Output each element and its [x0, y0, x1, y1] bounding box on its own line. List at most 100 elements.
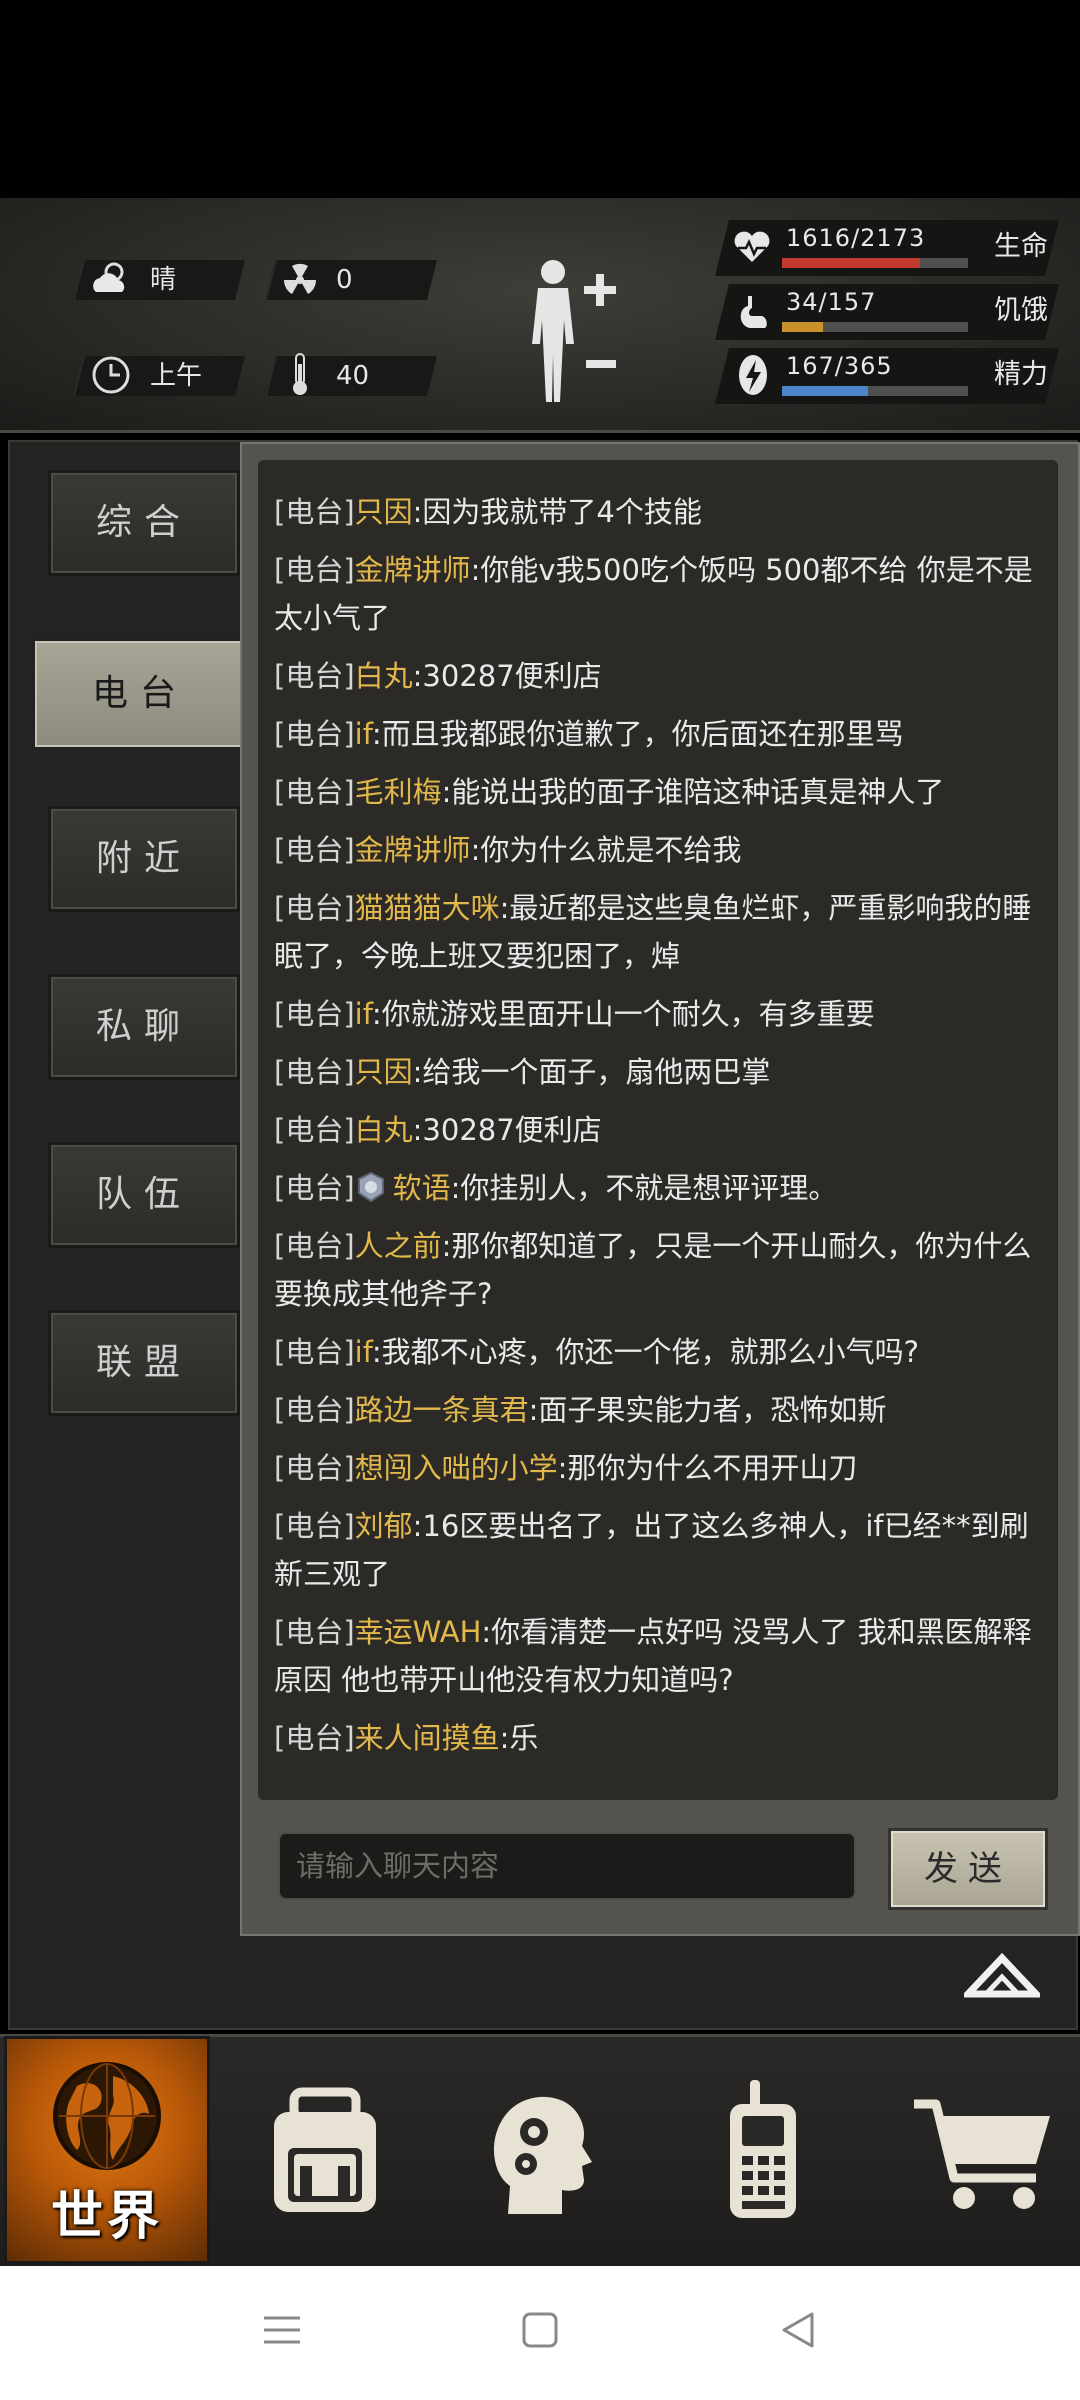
- chat-username[interactable]: if: [355, 717, 372, 751]
- chat-username[interactable]: 幸运WAH: [355, 1615, 482, 1649]
- tab-alliance[interactable]: 联盟: [48, 1310, 240, 1416]
- chat-channel-tag: [电台]: [274, 1229, 355, 1263]
- tab-team[interactable]: 队伍: [48, 1142, 240, 1248]
- chat-message-list: [电台]只因:因为我就带了4个技能 [电台]金牌讲师:你能v我500吃个饭吗 50…: [258, 460, 1058, 1762]
- chat-username[interactable]: 路边一条真君: [355, 1393, 529, 1427]
- user-badge-icon: [357, 1171, 384, 1203]
- hunger-bar-fill: [782, 322, 823, 332]
- energy-bar: [782, 386, 968, 396]
- chat-text: :你为什么就是不给我: [470, 833, 742, 867]
- chat-channel-tag: [电台]: [274, 1509, 355, 1543]
- chat-message: [电台]刘郁:16区要出名了，出了这么多神人，if已经**到刷新三观了: [274, 1502, 1046, 1598]
- tab-private-chat[interactable]: 私聊: [48, 974, 240, 1080]
- chat-message: [电台]白丸:30287便利店: [274, 652, 1046, 700]
- chat-channel-tag: [电台]: [274, 495, 355, 529]
- energy-bolt-icon: [739, 355, 767, 395]
- chat-text: :能说出我的面子谁陪这种话真是神人了: [441, 775, 945, 809]
- collapse-up-icon[interactable]: [964, 1950, 1040, 2000]
- chat-username[interactable]: 白丸: [355, 1113, 413, 1147]
- chat-text: :你挂别人，不就是想评评理。: [450, 1171, 838, 1205]
- globe-icon: [53, 2062, 161, 2170]
- chat-username[interactable]: 毛利梅: [355, 775, 442, 809]
- tab-nearby[interactable]: 附近: [48, 806, 240, 912]
- chat-message: [电台]幸运WAH:你看清楚一点好吗 没骂人了 我和黑医解释原因 他也带开山他没…: [274, 1608, 1046, 1704]
- chat-username[interactable]: 只因: [355, 1055, 413, 1089]
- chat-message: [电台]来人间摸鱼:乐: [274, 1714, 1046, 1762]
- home-icon[interactable]: [520, 2310, 560, 2350]
- send-button[interactable]: 发送: [888, 1828, 1048, 1910]
- chat-username[interactable]: 白丸: [355, 659, 413, 693]
- chat-channel-tag: [电台]: [274, 833, 355, 867]
- chat-channel-tag: [电台]: [274, 997, 355, 1031]
- chat-text: :你就游戏里面开山一个耐久，有多重要: [371, 997, 875, 1031]
- chat-message: [电台]if:你就游戏里面开山一个耐久，有多重要: [274, 990, 1046, 1038]
- chat-username[interactable]: 人之前: [355, 1229, 442, 1263]
- health-text: 1616/2173: [786, 224, 926, 252]
- health-bar-fill: [782, 258, 920, 268]
- chat-username[interactable]: 只因: [355, 495, 413, 529]
- temperature-value: 40: [336, 361, 370, 391]
- chat-message: [电台]if:而且我都跟你道歉了，你后面还在那里骂: [274, 710, 1046, 758]
- weather-label: 晴: [150, 265, 177, 295]
- nav-world-label: 世界: [50, 2187, 163, 2247]
- chat-username[interactable]: if: [355, 997, 372, 1031]
- character-body-icon[interactable]: [520, 254, 630, 404]
- chat-text: :而且我都跟你道歉了，你后面还在那里骂: [371, 717, 904, 751]
- chat-username[interactable]: 来人间摸鱼: [355, 1721, 500, 1755]
- chat-text: :我都不心疼，你还一个佬，就那么小气吗?: [371, 1335, 920, 1369]
- chat-channel-tag: [电台]: [274, 775, 355, 809]
- chat-username[interactable]: if: [355, 1335, 372, 1369]
- chat-username[interactable]: 刘郁: [355, 1509, 413, 1543]
- chat-channel-tag: [电台]: [274, 1393, 355, 1427]
- chat-channel-tag: [电台]: [274, 1615, 355, 1649]
- chat-message: [电台]毛利梅:能说出我的面子谁陪这种话真是神人了: [274, 768, 1046, 816]
- chat-channel-tag: [电台]: [274, 1721, 355, 1755]
- chat-channel-tag: [电台]: [274, 1451, 355, 1485]
- chat-channel-tag: [电台]: [274, 553, 355, 587]
- hunger-label: 饥饿: [994, 295, 1048, 326]
- shopping-cart-icon[interactable]: [908, 2074, 1058, 2224]
- heart-icon: [734, 231, 770, 262]
- backpack-icon[interactable]: [250, 2074, 400, 2224]
- thermometer-icon: [293, 353, 307, 395]
- cloud-sun-icon: [93, 262, 125, 292]
- energy-text: 167/365: [786, 352, 893, 380]
- chat-input[interactable]: [278, 1832, 856, 1900]
- chat-message: [电台]猫猫猫大咪:最近都是这些臭鱼烂虾，严重影响我的睡眠了，今晚上班又要犯困了…: [274, 884, 1046, 980]
- chat-channel-tag: [电台]: [274, 717, 355, 751]
- chat-message: [电台]金牌讲师:你能v我500吃个饭吗 500都不给 你是不是太小气了: [274, 546, 1046, 642]
- clock-icon: [92, 356, 130, 394]
- chat-username[interactable]: 软语: [393, 1171, 451, 1205]
- chat-text: :那你为什么不用开山刀: [557, 1451, 858, 1485]
- health-bar: [782, 258, 968, 268]
- chat-message: [电台]金牌讲师:你为什么就是不给我: [274, 826, 1046, 874]
- menu-icon[interactable]: [262, 2310, 302, 2350]
- radio-icon[interactable]: [688, 2074, 838, 2224]
- chat-message: [电台]路边一条真君:面子果实能力者，恐怖如斯: [274, 1386, 1046, 1434]
- back-icon[interactable]: [778, 2310, 818, 2350]
- chat-username[interactable]: 金牌讲师: [355, 553, 471, 587]
- chat-channel-tag: [电台]: [274, 1113, 355, 1147]
- chat-channel-tag: [电台]: [274, 1171, 355, 1205]
- chat-message: [电台]只因:给我一个面子，扇他两巴掌: [274, 1048, 1046, 1096]
- energy-label: 精力: [994, 359, 1048, 390]
- chat-username[interactable]: 猫猫猫大咪: [355, 891, 500, 925]
- nav-world-tab[interactable]: 世界: [4, 2036, 210, 2264]
- chat-text: :乐: [499, 1721, 539, 1755]
- chat-text: :面子果实能力者，恐怖如斯: [528, 1393, 887, 1427]
- chat-username[interactable]: 想闯入咄的小学: [355, 1451, 558, 1485]
- skills-head-icon[interactable]: [468, 2074, 618, 2224]
- chat-text: :30287便利店: [412, 1113, 602, 1147]
- chat-channel-tag: [电台]: [274, 1055, 355, 1089]
- chat-text: :30287便利店: [412, 659, 602, 693]
- chat-message-area[interactable]: [电台]只因:因为我就带了4个技能 [电台]金牌讲师:你能v我500吃个饭吗 50…: [258, 460, 1058, 1800]
- chat-username[interactable]: 金牌讲师: [355, 833, 471, 867]
- chat-message: [电台]只因:因为我就带了4个技能: [274, 488, 1046, 536]
- radiation-value: 0: [336, 265, 353, 295]
- hunger-text: 34/157: [786, 288, 877, 316]
- health-label: 生命: [994, 231, 1048, 262]
- chat-channel-tag: [电台]: [274, 1335, 355, 1369]
- tab-general[interactable]: 综合: [48, 470, 240, 576]
- chat-message: [电台]if:我都不心疼，你还一个佬，就那么小气吗?: [274, 1328, 1046, 1376]
- tab-radio[interactable]: 电台: [32, 638, 248, 750]
